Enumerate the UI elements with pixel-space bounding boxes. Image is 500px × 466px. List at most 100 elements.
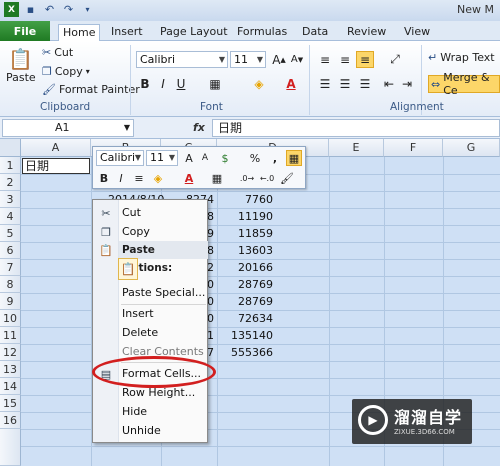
cell-c11[interactable]: 135140 <box>217 327 273 344</box>
row-header[interactable]: 3 <box>0 191 21 208</box>
tab-file[interactable]: File <box>0 21 50 41</box>
align-left-icon[interactable]: ☰ <box>316 75 334 92</box>
font-color-icon[interactable]: A <box>282 75 300 92</box>
row-header[interactable]: 13 <box>0 361 21 378</box>
cell-c6[interactable]: 13603 <box>217 242 273 259</box>
cell-c9[interactable]: 28769 <box>217 293 273 310</box>
cut-button[interactable]: ✂ Cut <box>42 46 73 59</box>
row-header[interactable]: 7 <box>0 259 21 276</box>
customize-qat-icon[interactable]: ▾ <box>80 2 95 17</box>
grow-font-icon[interactable]: A <box>181 150 197 166</box>
decrease-decimal-icon[interactable]: ←.0 <box>259 170 275 186</box>
merge-center-button[interactable]: ⇔ Merge & Ce <box>428 71 500 97</box>
cell-c7[interactable]: 20166 <box>217 259 273 276</box>
borders-icon[interactable]: ▦ <box>206 75 224 92</box>
align-right-icon[interactable]: ☰ <box>356 75 374 92</box>
formula-input[interactable]: 日期 <box>212 119 500 137</box>
cell-c5[interactable]: 11859 <box>217 225 273 242</box>
tab-view[interactable]: View <box>400 24 434 41</box>
row-header[interactable]: 14 <box>0 378 21 395</box>
borders-icon[interactable]: ▦ <box>209 170 225 186</box>
row-header[interactable]: 1 <box>0 157 21 174</box>
copy-button[interactable]: ❐ Copy ▾ <box>42 65 90 78</box>
top-align-icon[interactable]: ≡ <box>316 51 334 68</box>
save-icon[interactable]: ▪ <box>23 2 38 17</box>
cell-c12[interactable]: 555366 <box>217 344 273 361</box>
cell-c10[interactable]: 72634 <box>217 310 273 327</box>
row-header[interactable]: 2 <box>0 174 21 191</box>
menu-item-cut[interactable]: Cut <box>122 204 206 222</box>
fill-color-icon[interactable]: ◈ <box>250 75 268 92</box>
undo-icon[interactable]: ↶ <box>42 2 57 17</box>
column-header-g[interactable]: G <box>443 139 500 157</box>
mini-font-size-select[interactable]: 11 ▼ <box>146 150 178 166</box>
italic-button[interactable]: I <box>113 170 129 186</box>
underline-button[interactable]: U <box>172 75 190 92</box>
row-header[interactable]: 11 <box>0 327 21 344</box>
select-all-corner[interactable] <box>0 139 21 157</box>
row-header[interactable]: 16 <box>0 412 21 429</box>
tab-formulas[interactable]: Formulas <box>233 24 291 41</box>
row-header[interactable]: 4 <box>0 208 21 225</box>
name-box[interactable]: A1 ▼ <box>2 119 134 137</box>
menu-item-insert[interactable]: Insert <box>122 305 206 323</box>
cell-c3[interactable]: 7760 <box>217 191 273 208</box>
menu-item-copy[interactable]: Copy <box>122 223 206 241</box>
format-table-icon[interactable]: ▦ <box>286 150 302 166</box>
menu-item-delete[interactable]: Delete <box>122 324 206 342</box>
shrink-font-button[interactable]: A ▼ <box>288 51 306 68</box>
paste-option-keep-format[interactable]: 📋 <box>118 258 138 280</box>
align-center-icon[interactable]: ☰ <box>336 75 354 92</box>
tab-data[interactable]: Data <box>298 24 332 41</box>
tab-home[interactable]: Home <box>58 24 101 42</box>
number-format-icon[interactable]: $ <box>217 150 233 166</box>
bottom-align-icon[interactable]: ≡ <box>356 51 374 68</box>
excel-icon[interactable]: X <box>4 2 19 17</box>
percent-button[interactable]: % <box>247 150 263 166</box>
increase-decimal-icon[interactable]: .0→ <box>239 170 255 186</box>
format-painter-button[interactable]: 🖌 Format Painter <box>42 83 140 96</box>
tab-review[interactable]: Review <box>343 24 390 41</box>
tab-insert[interactable]: Insert <box>107 24 147 41</box>
row-header[interactable]: 9 <box>0 293 21 310</box>
column-header-f[interactable]: F <box>384 139 443 157</box>
cell-c4[interactable]: 11190 <box>217 208 273 225</box>
menu-item-hide[interactable]: Hide <box>122 403 206 421</box>
redo-icon[interactable]: ↷ <box>61 2 76 17</box>
row-header-filler <box>0 429 21 466</box>
italic-button[interactable]: I <box>154 75 172 92</box>
column-header-a[interactable]: A <box>21 139 91 157</box>
wrap-text-button[interactable]: ↵ Wrap Text <box>428 51 495 64</box>
decrease-indent-icon[interactable]: ⇤ <box>380 75 398 92</box>
row-header[interactable]: 8 <box>0 276 21 293</box>
center-align-icon[interactable]: ≡ <box>131 170 147 186</box>
bold-button[interactable]: B <box>136 75 154 92</box>
menu-item-paste-special[interactable]: Paste Special... <box>122 284 206 302</box>
paste-button[interactable]: 📋 Paste <box>6 47 36 84</box>
mini-font-name-select[interactable]: Calibri ▼ <box>96 150 144 166</box>
font-size-value: 11 <box>234 53 248 66</box>
tab-page-layout[interactable]: Page Layout <box>156 24 232 41</box>
comma-button[interactable]: , <box>267 150 283 166</box>
column-header-e[interactable]: E <box>329 139 384 157</box>
format-painter-icon[interactable]: 🖌 <box>279 170 295 186</box>
middle-align-icon[interactable]: ≡ <box>336 51 354 68</box>
row-header[interactable]: 5 <box>0 225 21 242</box>
grow-font-button[interactable]: A ▲ <box>270 51 288 68</box>
font-color-icon[interactable]: A <box>181 170 197 186</box>
insert-function-button[interactable]: fx <box>193 121 205 134</box>
bold-button[interactable]: B <box>96 170 112 186</box>
row-header[interactable]: 15 <box>0 395 21 412</box>
row-header[interactable]: 6 <box>0 242 21 259</box>
shrink-font-icon[interactable]: A <box>197 150 213 166</box>
row-header[interactable]: 10 <box>0 310 21 327</box>
cell-a1[interactable]: 日期 <box>22 158 90 174</box>
orientation-icon[interactable]: ⤢ <box>386 51 404 68</box>
menu-item-unhide[interactable]: Unhide <box>122 422 206 440</box>
font-name-select[interactable]: Calibri ▼ <box>136 51 228 68</box>
increase-indent-icon[interactable]: ⇥ <box>398 75 416 92</box>
cell-c8[interactable]: 28769 <box>217 276 273 293</box>
fill-color-icon[interactable]: ◈ <box>150 170 166 186</box>
font-size-select[interactable]: 11 ▼ <box>230 51 266 68</box>
row-header[interactable]: 12 <box>0 344 21 361</box>
